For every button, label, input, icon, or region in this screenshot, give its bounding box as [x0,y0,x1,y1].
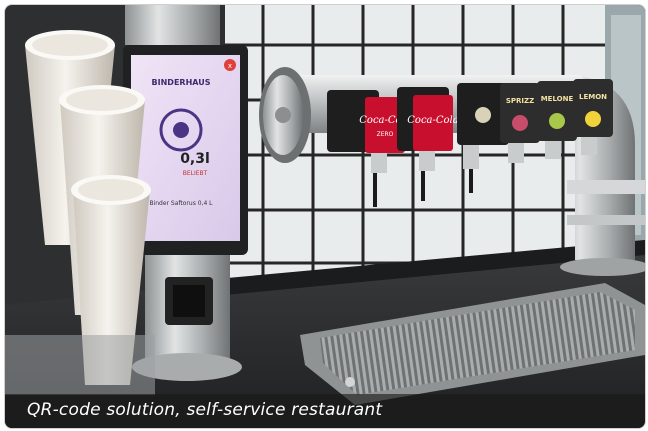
screen-sub: BELIEBT [183,170,208,177]
caption-bar: QR-code solution, self-service restauran… [5,394,645,428]
screen-bottom: Binder Saftorus 0,4 L [149,200,213,207]
tap-label: SPRIZZ [506,97,534,105]
close-label: x [228,62,232,70]
tap-label: LEMON [579,93,607,101]
tap-label: Coca-Cola [407,115,458,126]
screen-size: 0,3l [180,151,210,167]
tap-label: MELONE [541,95,574,103]
tap-sublabel: ZERO [377,131,394,138]
screen-brand: BINDERHAUS [152,78,211,87]
scene: Coca-Cola ZERO Coca-Cola SPRIZZ MELONE L… [5,5,645,428]
caption-text: QR-code solution, self-service restauran… [27,400,383,420]
photo-frame: Coca-Cola ZERO Coca-Cola SPRIZZ MELONE L… [4,4,646,429]
top-column [125,5,220,45]
qr-scanner[interactable] [173,285,205,317]
